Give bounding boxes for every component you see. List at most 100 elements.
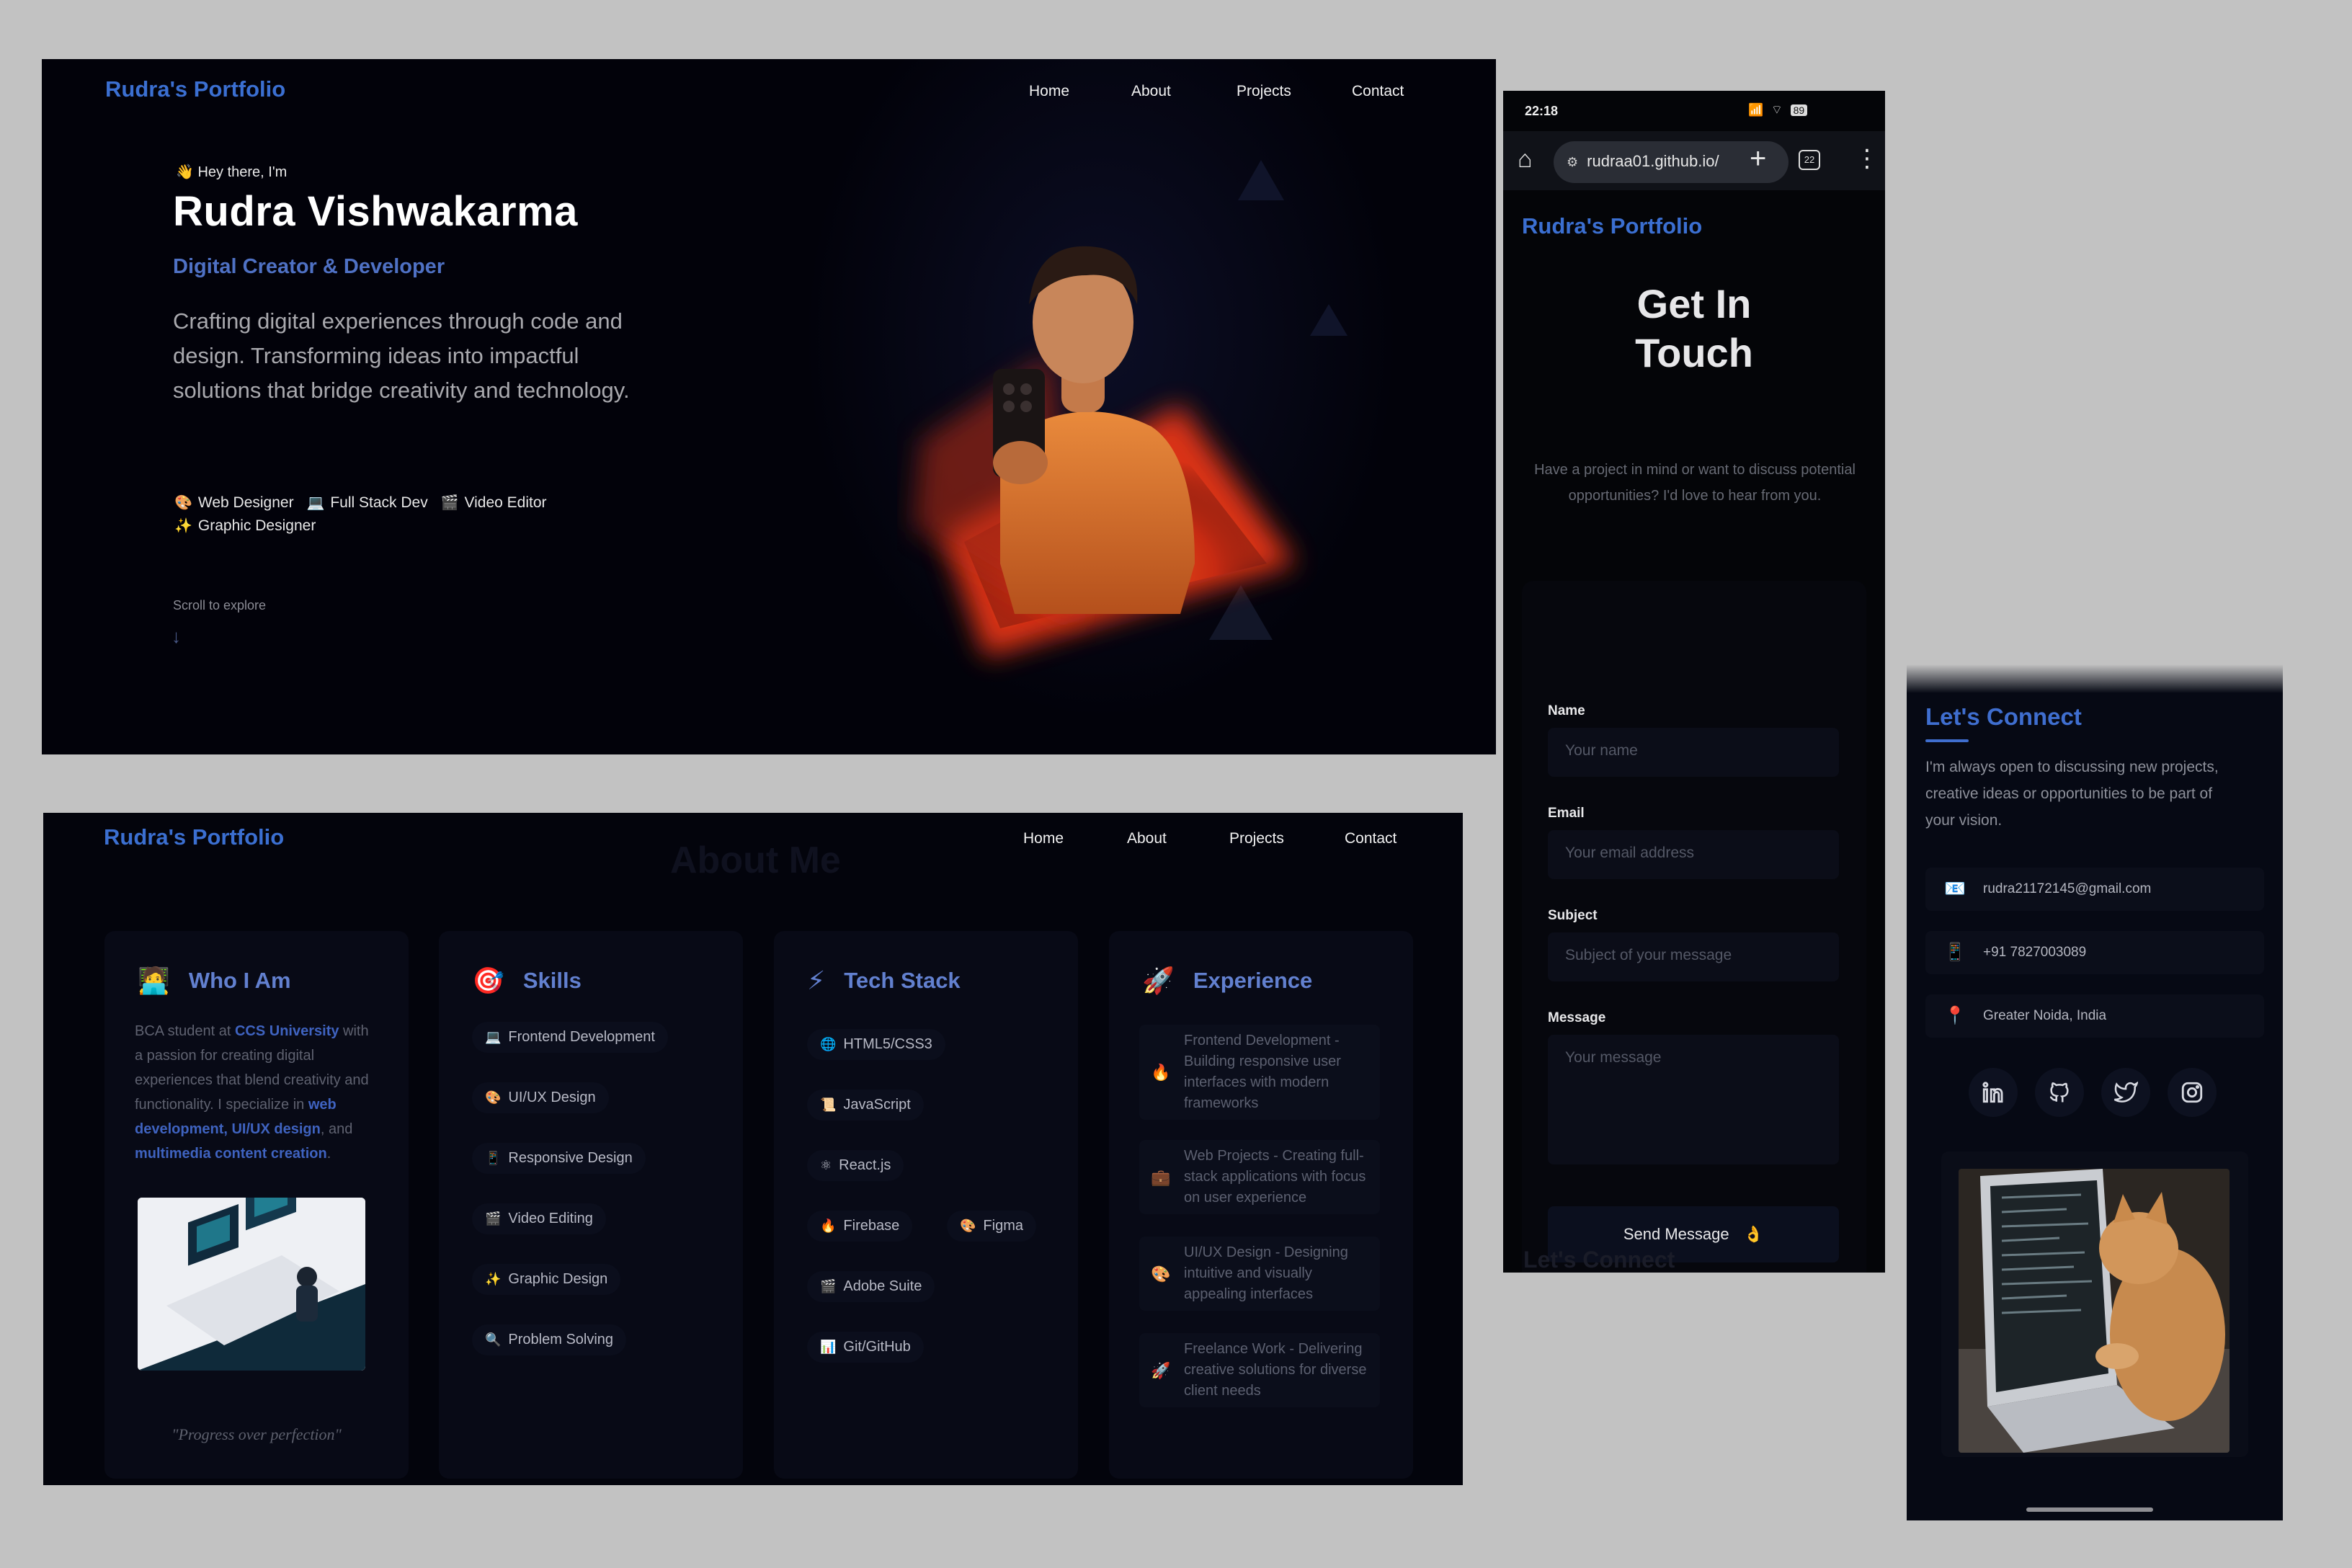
person-icon: 🧑‍💻: [138, 966, 170, 995]
experience-card: 🚀 Experience 🔥 Frontend Development - Bui…: [1109, 931, 1413, 1479]
message-field[interactable]: Your message: [1548, 1035, 1839, 1164]
tech-pill: 📜 JavaScript: [807, 1090, 924, 1121]
name-field[interactable]: Your name: [1548, 728, 1839, 777]
menu-icon[interactable]: ⋮: [1855, 144, 1879, 173]
experience-item: 🔥 Frontend Development - Building respons…: [1139, 1025, 1380, 1120]
card-heading: 🚀 Experience: [1142, 966, 1313, 995]
palette-icon: 🎨: [485, 1090, 502, 1105]
contact-form: Name Your name Email Your email address …: [1522, 581, 1866, 1273]
twitter-icon[interactable]: [2101, 1068, 2150, 1117]
site-logo[interactable]: Rudra's Portfolio: [1522, 213, 1702, 239]
name-label: Name: [1548, 703, 1585, 718]
fire-icon: 🔥: [820, 1219, 837, 1233]
new-tab-icon[interactable]: +: [1750, 143, 1766, 175]
instagram-icon[interactable]: [2168, 1068, 2217, 1117]
card-heading: ⚡ Tech Stack: [807, 966, 961, 995]
quote: "Progress over perfection": [172, 1425, 342, 1443]
tag-video-editor: 🎬 Video Editor: [440, 494, 547, 511]
mobile-contact-screenshot: 22:18 📶 ⌔ 89 ⌂ ⚙ rudraa01.github.io/ + 22…: [1503, 91, 1885, 1273]
palette-icon: 🎨: [1151, 1265, 1171, 1283]
contact-heading: Get In Touch: [1635, 281, 1753, 375]
linkedin-icon[interactable]: [1969, 1068, 2018, 1117]
hero-description: Crafting digital experiences through cod…: [173, 308, 630, 403]
email-row[interactable]: 📧 rudra21172145@gmail.com: [1925, 868, 2264, 911]
connect-title: Let's Connect: [1925, 703, 2082, 730]
developer-illustration: [138, 1198, 365, 1371]
hero-screenshot: Rudra's Portfolio Home About Projects Co…: [42, 59, 1496, 754]
battery-icon: 89: [1790, 104, 1808, 116]
site-logo[interactable]: Rudra's Portfolio: [104, 824, 284, 850]
tech-pill: 🌐 HTML5/CSS3: [807, 1029, 945, 1060]
location-row: 📍 Greater Noida, India: [1925, 994, 2264, 1038]
connect-screenshot: Let's Connect I'm always open to discuss…: [1907, 664, 2283, 1520]
skill-pill: 🎨 UI/UX Design: [472, 1082, 609, 1113]
target-icon: 🎯: [472, 966, 504, 995]
tech-pill: 🎨 Figma: [947, 1211, 1036, 1242]
decor-triangle: [1238, 160, 1284, 200]
briefcase-icon: 💼: [1151, 1168, 1171, 1186]
hero-role: Digital Creator & Developer: [173, 255, 445, 278]
scroll-down-icon[interactable]: ↓: [172, 625, 181, 648]
tech-pill: 📊 Git/GitHub: [807, 1332, 924, 1363]
profile-photo: [914, 246, 1296, 657]
tab-switcher-icon[interactable]: 22: [1799, 150, 1820, 170]
site-settings-icon[interactable]: ⚙: [1567, 155, 1578, 169]
mobile-phone-icon: 📱: [1944, 943, 1966, 962]
palette-icon: 🎨: [960, 1219, 976, 1233]
envelope-icon: 📧: [1944, 879, 1966, 899]
message-label: Message: [1548, 1010, 1606, 1025]
phone-icon: 📱: [485, 1151, 502, 1165]
contact-intro: Have a project in mind or want to discus…: [1534, 462, 1856, 504]
scroll-icon: 📜: [820, 1097, 837, 1112]
about-screenshot: Rudra's Portfolio Home About Projects Co…: [43, 813, 1463, 1485]
role-tags: 🎨 Web Designer 💻 Full Stack Dev 🎬 Video Edi…: [174, 491, 636, 538]
cat-typing-gif: [1959, 1169, 2230, 1453]
who-description: BCA student at CCS University with a pas…: [135, 1023, 369, 1162]
chart-icon: 📊: [820, 1340, 837, 1354]
clapper-icon: 🎬: [440, 495, 459, 511]
palette-icon: 🎨: [174, 495, 192, 511]
location-pin-icon: 📍: [1944, 1006, 1966, 1025]
subject-field[interactable]: Subject of your message: [1548, 932, 1839, 981]
email-field[interactable]: Your email address: [1548, 830, 1839, 879]
wifi-icon: ⌔: [1770, 103, 1785, 117]
who-i-am-card: 🧑‍💻 Who I Am BCA student at CCS Universi…: [104, 931, 409, 1479]
status-icons: 📶 ⌔ 89: [1748, 102, 1808, 117]
nav-about[interactable]: About: [1131, 83, 1171, 100]
site-logo[interactable]: Rudra's Portfolio: [105, 76, 285, 102]
email-label: Email: [1548, 806, 1585, 821]
skills-card: 🎯 Skills 💻 Frontend Development 🎨 UI/UX De…: [439, 931, 743, 1479]
ok-hand-icon: 👌: [1743, 1225, 1764, 1243]
rocket-icon: 🚀: [1142, 966, 1175, 995]
nav-contact[interactable]: Contact: [1345, 830, 1396, 847]
tech-stack-card: ⚡ Tech Stack 🌐 HTML5/CSS3 📜 JavaScript ⚛ Re…: [774, 931, 1078, 1479]
laptop-icon: 💻: [306, 495, 325, 511]
sparkles-icon: ✨: [174, 518, 192, 534]
waving-hand-icon: 👋: [176, 164, 194, 180]
tag-web-designer: 🎨 Web Designer: [174, 494, 294, 511]
nav-contact[interactable]: Contact: [1352, 83, 1404, 100]
nav-projects[interactable]: Projects: [1229, 830, 1284, 847]
nav-about[interactable]: About: [1127, 830, 1167, 847]
nav-home[interactable]: Home: [1023, 830, 1064, 847]
nav-home[interactable]: Home: [1029, 83, 1069, 100]
skill-pill: 📱 Responsive Design: [472, 1143, 646, 1174]
tech-pill: ⚛ React.js: [807, 1150, 904, 1181]
connect-text: I'm always open to discussing new projec…: [1925, 759, 2219, 829]
clapper-icon: 🎬: [485, 1211, 502, 1226]
lightning-icon: ⚡: [807, 966, 826, 995]
phone-row[interactable]: 📱 +91 7827003089: [1925, 931, 2264, 974]
sparkles-icon: ✨: [485, 1272, 502, 1286]
laptop-icon: 💻: [485, 1030, 502, 1044]
skill-pill: ✨ Graphic Design: [472, 1264, 621, 1295]
subject-label: Subject: [1548, 908, 1598, 923]
github-icon[interactable]: [2035, 1068, 2084, 1117]
globe-icon: 🌐: [820, 1037, 837, 1051]
signal-icon: 📶: [1748, 103, 1766, 117]
title-underline: [1925, 739, 1969, 742]
card-heading: 🎯 Skills: [472, 966, 582, 995]
home-indicator: [2026, 1507, 2153, 1512]
nav-projects[interactable]: Projects: [1237, 83, 1291, 100]
tech-pill: 🎬 Adobe Suite: [807, 1271, 935, 1302]
home-icon[interactable]: ⌂: [1518, 146, 1533, 174]
